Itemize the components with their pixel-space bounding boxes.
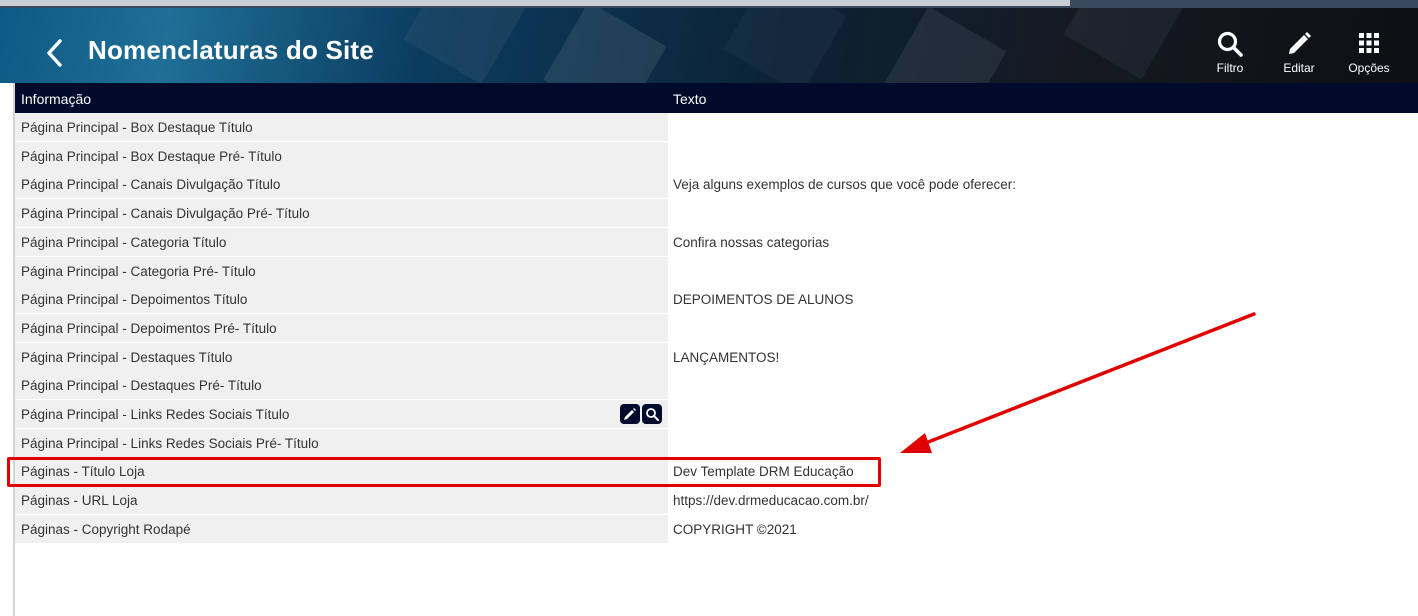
data-grid: Informação Texto Página Principal - Box … [13, 83, 1418, 616]
info-cell: Página Principal - Destaques Pré- Título [15, 371, 668, 400]
table-row[interactable]: Página Principal - Box Destaque Título [15, 113, 1418, 141]
pencil-icon [1289, 32, 1311, 54]
table-row[interactable]: Páginas - Copyright Rodapé COPYRIGHT ©20… [15, 514, 1418, 543]
row-view-button[interactable] [642, 404, 662, 424]
info-cell: Página Principal - Box Destaque Pré- Tít… [15, 141, 668, 170]
row-edit-button[interactable] [620, 404, 640, 424]
info-text: Página Principal - Box Destaque Pré- Tít… [21, 148, 282, 164]
tab-strip [0, 0, 1070, 6]
info-cell: Página Principal - Canais Divulgação Tít… [15, 170, 668, 199]
annotation-highlight-box [7, 457, 881, 487]
info-cell: Página Principal - Destaques Título [15, 342, 668, 371]
texto-cell: COPYRIGHT ©2021 [673, 521, 797, 537]
info-cell: Página Principal - Depoimentos Título [15, 285, 668, 314]
info-text: Página Principal - Depoimentos Pré- Títu… [21, 320, 277, 336]
chevron-left-icon [47, 39, 62, 67]
table-row[interactable]: Página Principal - Destaques Título LANÇ… [15, 342, 1418, 371]
options-button[interactable]: Opções [1339, 30, 1399, 75]
info-text: Página Principal - Canais Divulgação Pré… [21, 206, 310, 222]
search-icon [1217, 31, 1243, 57]
info-cell: Página Principal - Depoimentos Pré- Títu… [15, 313, 668, 342]
edit-label: Editar [1283, 61, 1315, 75]
texto-cell: Veja alguns exemplos de cursos que você … [673, 177, 1016, 193]
table-row[interactable]: Página Principal - Links Redes Sociais P… [15, 428, 1418, 457]
info-text: Página Principal - Categoria Pré- Título [21, 263, 256, 279]
texto-cell: LANÇAMENTOS! [673, 349, 780, 365]
filter-button[interactable]: Filtro [1200, 30, 1260, 75]
table-row[interactable]: Páginas - URL Loja https://dev.drmeducac… [15, 486, 1418, 515]
table-row[interactable]: Página Principal - Depoimentos Título DE… [15, 285, 1418, 314]
row-actions [620, 404, 664, 424]
info-text: Páginas - Copyright Rodapé [21, 521, 191, 537]
info-cell: Página Principal - Canais Divulgação Pré… [15, 199, 668, 228]
info-cell: Página Principal - Links Redes Sociais P… [15, 428, 668, 457]
table-row[interactable]: Página Principal - Links Redes Sociais T… [15, 400, 1418, 428]
info-cell: Páginas - Copyright Rodapé [15, 514, 668, 543]
column-header-texto[interactable]: Texto [673, 91, 706, 107]
table-row[interactable]: Página Principal - Canais Divulgação Tít… [15, 170, 1418, 199]
info-cell: Páginas - URL Loja [15, 486, 668, 515]
column-header-informacao[interactable]: Informação [21, 91, 91, 107]
search-icon [646, 408, 659, 421]
app-header: Nomenclaturas do Site Filtro Editar Opçõ… [0, 8, 1418, 83]
info-cell: Página Principal - Categoria Título [15, 227, 668, 256]
info-text: Páginas - URL Loja [21, 493, 138, 509]
texto-cell: Confira nossas categorias [673, 234, 830, 250]
browser-top-strip [0, 0, 1418, 8]
header-decoration [723, 8, 847, 83]
table-header: Informação Texto [15, 83, 1418, 113]
table-row[interactable]: Página Principal - Depoimentos Pré- Títu… [15, 313, 1418, 342]
table-row[interactable]: Página Principal - Categoria Pré- Título [15, 256, 1418, 285]
texto-cell: DEPOIMENTOS DE ALUNOS [673, 292, 854, 308]
back-button[interactable] [40, 36, 70, 70]
grid-icon [1359, 33, 1379, 53]
table-row[interactable]: Página Principal - Categoria Título Conf… [15, 227, 1418, 256]
edit-button[interactable]: Editar [1269, 30, 1329, 75]
info-text: Página Principal - Canais Divulgação Tít… [21, 177, 281, 193]
info-text: Página Principal - Depoimentos Título [21, 292, 248, 308]
header-decoration [1063, 8, 1187, 80]
texto-cell: https://dev.drmeducacao.com.br/ [673, 493, 869, 509]
table-row[interactable]: Página Principal - Canais Divulgação Pré… [15, 199, 1418, 228]
table-row[interactable]: Página Principal - Destaques Pré- Título [15, 371, 1418, 400]
info-cell: Página Principal - Box Destaque Título [15, 113, 668, 141]
info-text: Página Principal - Links Redes Sociais T… [21, 407, 290, 422]
header-decoration [883, 8, 1007, 83]
info-text: Página Principal - Destaques Título [21, 349, 233, 365]
header-decoration [543, 8, 667, 83]
info-cell: Página Principal - Categoria Pré- Título [15, 256, 668, 285]
header-decoration [403, 8, 527, 83]
info-text: Página Principal - Links Redes Sociais P… [21, 435, 319, 451]
filter-label: Filtro [1216, 61, 1244, 75]
info-cell: Página Principal - Links Redes Sociais T… [15, 400, 668, 428]
options-label: Opções [1348, 61, 1390, 75]
info-text: Página Principal - Categoria Título [21, 234, 227, 250]
info-text: Página Principal - Box Destaque Título [21, 120, 253, 135]
pencil-icon [624, 408, 636, 420]
table-row[interactable]: Página Principal - Box Destaque Pré- Tít… [15, 141, 1418, 170]
info-text: Página Principal - Destaques Pré- Título [21, 378, 262, 394]
page-title: Nomenclaturas do Site [88, 35, 374, 65]
